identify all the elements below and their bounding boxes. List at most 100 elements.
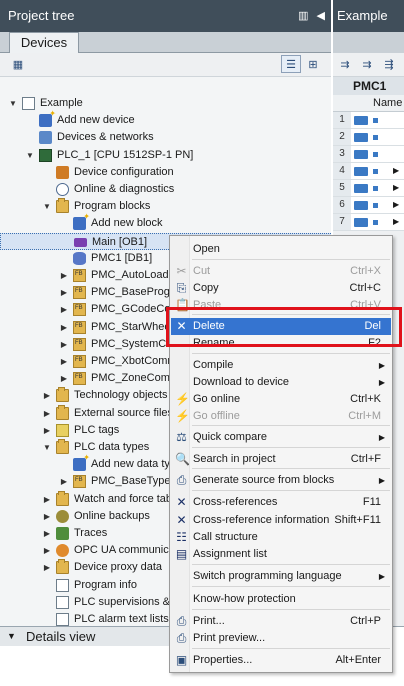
tree-item-label: Devices & networks <box>57 131 154 144</box>
expand-all-icon[interactable]: ⇶ <box>379 55 399 73</box>
menu-item-cut: ✂ Cut Ctrl+X <box>171 263 391 280</box>
table-row[interactable]: 1 <box>333 112 404 129</box>
network-view-icon[interactable]: ⊞ <box>303 55 323 73</box>
menu-item-quick-compare[interactable]: ⚖ Quick compare ▶ <box>171 429 391 446</box>
menu-item-know-how-protection[interactable]: Know-how protection <box>171 591 391 608</box>
split-view-icon[interactable]: ▥ <box>298 0 308 32</box>
menu-item-print-preview[interactable]: ⎙ Print preview... <box>171 630 391 647</box>
collapse-arrow-icon[interactable]: ▶ <box>42 542 52 559</box>
editor-title: Example <box>337 8 388 23</box>
collapse-arrow-icon[interactable]: ▶ <box>59 267 69 284</box>
submenu-arrow-icon: ▶ <box>378 572 385 581</box>
collapse-arrow-icon[interactable]: ▶ <box>42 387 52 404</box>
tree-item[interactable]: Device configuration <box>0 164 331 181</box>
menu-item-search-in-project[interactable]: 🔍 Search in project Ctrl+F <box>171 451 391 468</box>
menu-item-open[interactable]: Open <box>171 241 391 258</box>
collapse-arrow-icon[interactable]: ▶ <box>59 370 69 387</box>
expand-arrow-icon[interactable]: ▼ <box>42 198 52 215</box>
collapse-arrow-icon[interactable]: ▶ <box>42 559 52 576</box>
collapse-arrow-icon[interactable]: ▶ <box>59 353 69 370</box>
table-row[interactable]: 5 ▶ <box>333 180 404 197</box>
folder-icon <box>56 490 69 506</box>
menu-item-assignment-list[interactable]: ▤ Assignment list <box>171 546 391 563</box>
expand-arrow-icon[interactable]: ▶ <box>393 214 399 230</box>
tree-item[interactable]: Devices & networks <box>0 129 331 146</box>
menu-item-cross-references[interactable]: ✕ Cross-references F11 <box>171 494 391 511</box>
menu-item-print[interactable]: ⎙ Print... Ctrl+P <box>171 613 391 630</box>
tree-item[interactable]: Add new device <box>0 109 331 129</box>
tree-item[interactable]: Add new block <box>0 212 331 232</box>
list-view-icon[interactable]: ☰ <box>281 55 301 73</box>
datatype-icon <box>373 203 378 208</box>
collapse-arrow-icon[interactable]: ▶ <box>42 405 52 422</box>
tree-item[interactable]: ▼ PLC_1 [CPU 1512SP-1 PN] <box>0 147 331 164</box>
datatype-icon <box>373 135 378 140</box>
submenu-arrow-icon: ▶ <box>378 378 385 387</box>
menu-item-label: Properties... <box>193 654 253 666</box>
collapse-arrow-icon[interactable]: ▶ <box>42 491 52 508</box>
expand-arrow-icon[interactable]: ▶ <box>393 163 399 179</box>
row-number: 5 <box>333 180 351 196</box>
datatype-icon <box>373 152 378 157</box>
cut-icon: ✂ <box>176 264 187 278</box>
properties-icon: ▣ <box>175 653 188 667</box>
menu-item-label: Call structure <box>193 531 258 543</box>
insert-row-icon[interactable]: ⇉ <box>335 55 355 73</box>
editor-toolbar: ⇉ ⇉ ⇶ <box>333 53 404 77</box>
tab-strip: Devices <box>0 32 331 53</box>
menu-item-generate-source-from-blocks[interactable]: ⎙ Generate source from blocks ▶ <box>171 472 391 489</box>
menu-item-copy[interactable]: ⎘ Copy Ctrl+C <box>171 280 391 297</box>
tab-devices[interactable]: Devices <box>9 32 79 53</box>
menu-item-compile[interactable]: Compile ▶ <box>171 357 391 374</box>
menu-item-switch-programming-language[interactable]: Switch programming language ▶ <box>171 568 391 585</box>
expand-arrow-icon[interactable]: ▼ <box>42 439 52 456</box>
collapse-arrow-icon[interactable]: ▶ <box>42 508 52 525</box>
project-tree-header: Project tree ▥ ◀ <box>0 0 331 32</box>
collapse-arrow-icon[interactable]: ▶ <box>59 473 69 490</box>
tree-item-label: Watch and force tab <box>74 492 173 505</box>
menu-item-properties[interactable]: ▣ Properties... Alt+Enter <box>171 652 391 669</box>
info-icon <box>56 578 69 592</box>
collapse-arrow-icon[interactable]: ▶ <box>59 301 69 318</box>
folder-icon <box>56 559 69 575</box>
collapse-panel-icon[interactable]: ◀ <box>317 0 325 32</box>
collapse-arrow-icon[interactable]: ▶ <box>59 336 69 353</box>
expand-arrow-icon[interactable]: ▶ <box>393 197 399 213</box>
menu-item-call-structure[interactable]: ☷ Call structure <box>171 529 391 546</box>
menu-item-go-online[interactable]: ⚡ Go online Ctrl+K <box>171 391 391 408</box>
expand-arrow-icon[interactable]: ▼ <box>25 147 35 164</box>
row-number: 7 <box>333 214 351 230</box>
menu-item-download-to-device[interactable]: Download to device ▶ <box>171 374 391 391</box>
tree-item-label: PLC tags <box>74 423 120 436</box>
chevron-down-icon[interactable]: ▼ <box>7 631 16 641</box>
expand-arrow-icon[interactable]: ▶ <box>393 180 399 196</box>
menu-item-label: Search in project <box>193 453 276 465</box>
expand-arrow-icon[interactable]: ▼ <box>8 95 18 112</box>
menu-item-label: Generate source from blocks <box>193 474 335 486</box>
collapse-arrow-icon[interactable]: ▶ <box>42 525 52 542</box>
table-row[interactable]: 4 ▶ <box>333 163 404 180</box>
table-row[interactable]: 3 <box>333 146 404 163</box>
collapse-arrow-icon[interactable]: ▶ <box>42 422 52 439</box>
tree-item[interactable]: Online & diagnostics <box>0 181 331 198</box>
overview-icon[interactable]: ▦ <box>8 55 28 73</box>
menu-item-cross-reference-information[interactable]: ✕ Cross-reference information Shift+F11 <box>171 512 391 529</box>
menu-item-label: Know-how protection <box>193 593 296 605</box>
add-row-icon[interactable]: ⇉ <box>357 55 377 73</box>
tree-item[interactable]: ▼ Program blocks <box>0 198 331 215</box>
context-menu: Open ✂ Cut Ctrl+X ⎘ Copy Ctrl+C 📋 Paste Ctrl+V ✕ De… <box>169 235 393 673</box>
menu-item-label: Compile <box>193 359 234 371</box>
copy-icon: ⎘ <box>176 281 187 295</box>
collapse-arrow-icon[interactable]: ▶ <box>59 319 69 336</box>
input-icon <box>354 133 368 142</box>
table-row[interactable]: 6 ▶ <box>333 197 404 214</box>
collapse-arrow-icon[interactable]: ▶ <box>59 284 69 301</box>
menu-separator <box>192 447 390 448</box>
cross-reference-info-icon: ✕ <box>176 513 187 527</box>
tree-item-label: Device configuration <box>74 165 174 178</box>
call-structure-icon: ☷ <box>176 530 187 544</box>
gear-icon <box>56 509 69 523</box>
search-icon: 🔍 <box>175 452 190 466</box>
table-row[interactable]: 7 ▶ <box>333 214 404 231</box>
table-row[interactable]: 2 <box>333 129 404 146</box>
